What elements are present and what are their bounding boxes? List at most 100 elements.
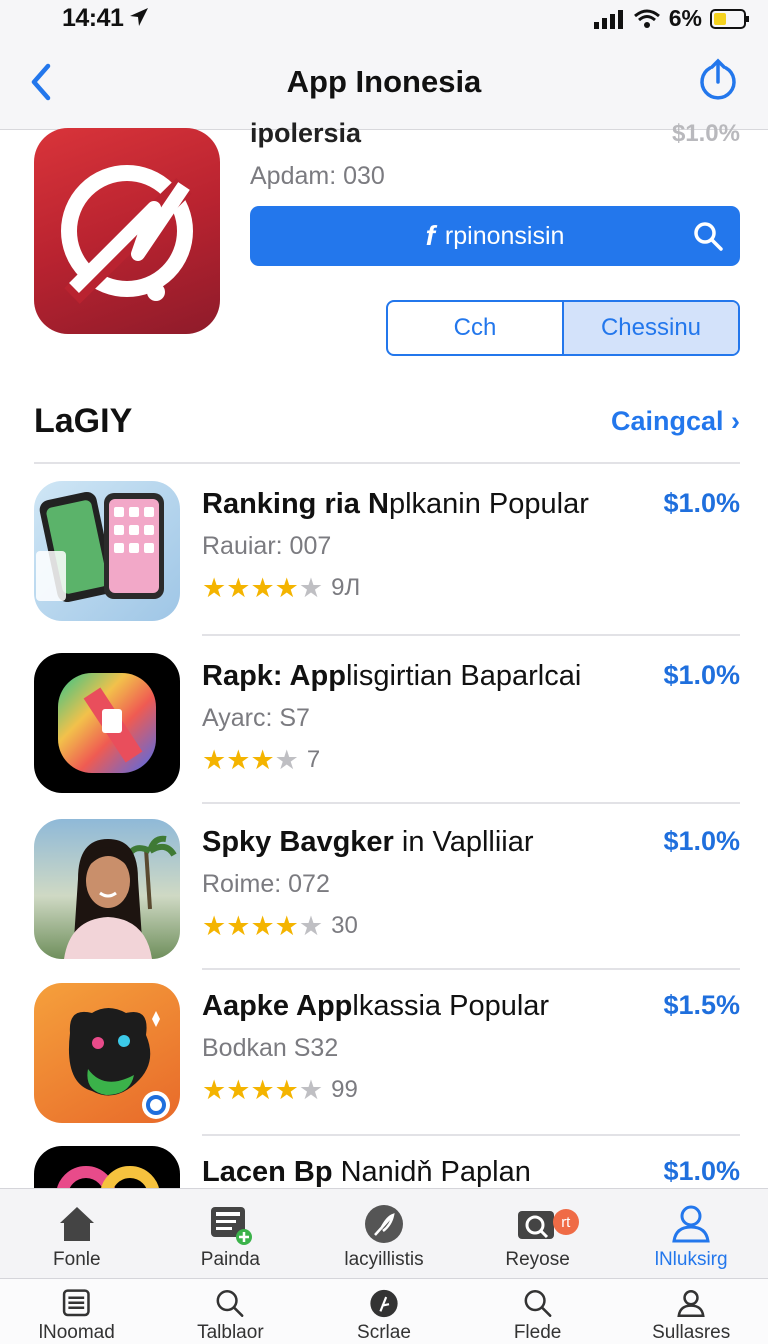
app-subtitle: Roime: 072 [202, 870, 330, 898]
row-divider [202, 634, 740, 636]
star-icon: ★ [202, 1074, 227, 1105]
list-item[interactable]: Spky Bavgker in Vaplliiar $1.0% Roime: 0… [0, 804, 768, 970]
half-star-icon: ★ [274, 1074, 299, 1105]
app-title: Aapke Applkassia Popular [202, 990, 550, 1022]
app-icon-partial [34, 1146, 180, 1190]
section-see-all-link[interactable]: Caingcal › [611, 406, 740, 437]
location-arrow-icon [130, 8, 148, 26]
tab-bar-secondary: lNoomad Talblaor Scrlae Flede Sullasres [0, 1278, 768, 1344]
star-icon: ★ [250, 744, 275, 775]
app-subtitle: Bodkan S32 [202, 1034, 339, 1062]
news-add-icon [211, 1207, 253, 1245]
tab-label: Scrlae [357, 1322, 411, 1343]
refresh-share-icon[interactable] [696, 58, 740, 102]
star-icon: ★ [226, 744, 251, 775]
star-icon: ★ [250, 910, 275, 941]
tab-label: lNoomad [38, 1322, 115, 1343]
app-icon-colorful [34, 653, 180, 793]
search-icon [216, 1290, 244, 1317]
tab-label: Fonle [53, 1249, 101, 1270]
cellular-signal-icon [593, 9, 623, 29]
app-subtitle: Rauiar: 007 [202, 532, 332, 560]
tab-painda[interactable]: Painda [154, 1201, 308, 1278]
app-price: $1.0% [663, 660, 740, 690]
half-star-icon: ★ [274, 910, 299, 941]
person-photo-icon [64, 835, 177, 959]
app-title: Lacen Bp Nanidň Paplan [202, 1156, 531, 1188]
status-time: 14:41 [62, 4, 124, 32]
navigation-bar: App Inonesia [0, 40, 768, 130]
rating-count: 7 [306, 746, 321, 773]
star-icon: ★ [226, 572, 251, 603]
featured-app-subtitle: Apdam: 030 [250, 162, 385, 190]
home-icon [59, 1207, 94, 1241]
tab-label: lacyillistis [344, 1249, 424, 1270]
tab-flede[interactable]: Flede [461, 1287, 615, 1344]
star-icon: ★ [250, 572, 275, 603]
star-icon: ★ [202, 572, 227, 603]
search-icon [524, 1290, 552, 1317]
cartoon-character-icon [68, 1008, 170, 1119]
battery-icon [710, 8, 749, 29]
star-icon: ★ [226, 1074, 251, 1105]
gradient-square-icon [58, 673, 156, 773]
tab-label: Flede [513, 1322, 562, 1343]
status-bar: 14:41 6% [0, 0, 768, 40]
search-bolt-glyph: f [425, 220, 435, 251]
tab-label: lNluksirg [654, 1249, 728, 1270]
page-title: App Inonesia [286, 64, 482, 99]
empty-star-icon: ★ [298, 910, 324, 941]
star-icon: ★ [202, 910, 227, 941]
app-icon-character [34, 983, 180, 1123]
colorful-rings-icon [56, 1166, 160, 1190]
person-icon [677, 1290, 705, 1317]
app-price: $1.0% [663, 488, 740, 518]
segment-option-2[interactable]: Chessinu [562, 302, 738, 354]
featured-app-price: $1.0% [671, 120, 740, 147]
half-star-icon: ★ [274, 572, 299, 603]
search-icon[interactable] [692, 220, 724, 252]
tab-scrlae[interactable]: Scrlae [307, 1287, 461, 1344]
wifi-icon [633, 9, 660, 28]
list-item[interactable]: Aapke Applkassia Popular $1.5% Bodkan S3… [0, 968, 768, 1134]
tab-nluksirg[interactable]: lNluksirg [614, 1201, 768, 1278]
empty-star-icon: ★ [298, 1074, 324, 1105]
app-price: $1.0% [663, 1156, 740, 1186]
search-field[interactable]: f rpinonsisin [250, 206, 740, 266]
star-icon: ★ [202, 744, 227, 775]
tab-talblaor[interactable]: Talblaor [154, 1287, 308, 1344]
rating-count: 99 [331, 1076, 358, 1103]
tab-label: Reyose [505, 1249, 570, 1270]
tab-label: Sullasres [652, 1322, 731, 1343]
feather-icon [370, 1289, 398, 1318]
tab-lacyillistis[interactable]: lacyillistis [307, 1201, 461, 1278]
rating-count: 30 [331, 912, 358, 939]
tab-noomad[interactable]: lNoomad [0, 1287, 154, 1344]
app-title: Rapk: Applisgirtian Baparlcai [202, 660, 582, 692]
tab-home[interactable]: Fonle [0, 1201, 154, 1278]
rating-stars: ★ ★ ★ ★ ★ 9Л [202, 574, 360, 602]
empty-star-icon: ★ [298, 572, 324, 603]
segment-option-1[interactable]: Cch [388, 302, 562, 354]
tab-label: Talblaor [197, 1322, 264, 1343]
tab-label: Painda [200, 1249, 260, 1270]
list-item[interactable]: Lacen Bp Nanidň Paplan $1.0% [0, 1134, 768, 1190]
app-price: $1.0% [663, 826, 740, 856]
battery-percent: 6% [668, 5, 702, 31]
slash-logo-icon [61, 165, 193, 304]
list-icon [62, 1289, 90, 1317]
tab-sullasres[interactable]: Sullasres [614, 1287, 768, 1344]
app-title: Ranking ria Nplkanin Popular [202, 488, 589, 520]
list-item[interactable]: Rapk: Applisgirtian Baparlcai $1.0% Ayar… [0, 638, 768, 804]
section-divider [34, 462, 740, 464]
section-title: LaGIY [34, 402, 133, 440]
tab-reyose[interactable]: rt Reyose [461, 1201, 615, 1278]
app-price: $1.5% [663, 990, 740, 1020]
empty-star-icon: ★ [274, 744, 299, 775]
app-subtitle: Ayarc: S7 [202, 704, 310, 732]
notification-badge: rt [552, 1209, 579, 1235]
featured-app-icon[interactable] [34, 128, 220, 334]
star-icon: ★ [250, 1074, 275, 1105]
tab-bar-primary: Fonle Painda lacyillistis rt Reyose lNlu… [0, 1188, 768, 1278]
list-item[interactable]: Ranking ria Nplkanin Popular $1.0% Rauia… [0, 466, 768, 632]
